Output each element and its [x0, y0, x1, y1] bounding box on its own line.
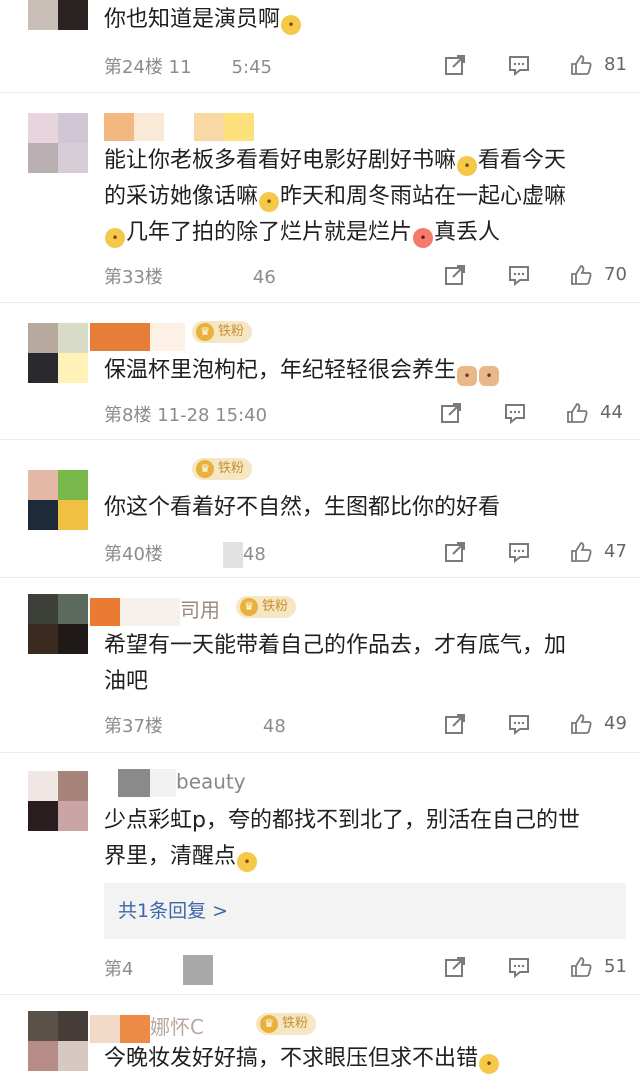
like-icon[interactable] — [570, 713, 592, 735]
comment-meta: 第40楼 48 — [104, 540, 266, 568]
username[interactable]: beauty — [118, 769, 246, 797]
cat-emoji-icon: • — [457, 366, 478, 386]
comment-meta: 第4 — [104, 955, 214, 985]
fan-badge: ♛ 铁粉 — [236, 596, 297, 618]
avatar[interactable] — [28, 1011, 88, 1071]
share-icon[interactable] — [444, 713, 466, 735]
like-icon[interactable] — [570, 264, 592, 286]
comment-icon[interactable] — [508, 264, 530, 286]
comment-text: 保温杯里泡枸杞，年纪轻轻很会养生 • • — [104, 353, 618, 389]
username[interactable]: 司用 — [90, 594, 220, 626]
comment-actions: 81 — [420, 50, 640, 80]
like-count: 51 — [604, 956, 627, 977]
share-icon[interactable] — [444, 264, 466, 286]
comment-meta: 第8楼 11-28 15:40 — [104, 405, 268, 426]
comment-icon[interactable] — [504, 402, 526, 424]
comment-text: 能让你老板多看看好电影好剧好书嘛 • 看看今天 的采访她像话嘛 • 昨天和周冬雨站在一起… — [104, 143, 618, 251]
crown-icon: ♛ — [240, 598, 258, 616]
share-icon[interactable] — [440, 402, 462, 424]
comment-text: 今晚妆发好好搞，不求眼压但求不出错 • — [104, 1041, 618, 1077]
avatar[interactable] — [28, 470, 88, 530]
username[interactable]: 娜怀C — [90, 1011, 204, 1043]
comment-meta: 第33楼 46 — [104, 266, 276, 290]
comment-text: 少点彩虹p，夸的都找不到北了，别活在自己的世 界里，清醒点 • — [104, 803, 618, 875]
tongue-emoji-icon: • — [479, 1054, 500, 1074]
avatar[interactable] — [28, 594, 88, 654]
cat-emoji-icon: • — [479, 366, 500, 386]
cry-emoji-icon: • — [105, 228, 125, 248]
like-count: 49 — [604, 713, 627, 734]
like-icon[interactable] — [570, 541, 592, 563]
fan-badge: ♛ 铁粉 — [256, 1013, 317, 1035]
share-icon[interactable] — [444, 541, 466, 563]
cry-emoji-icon: • — [457, 156, 478, 176]
crown-icon: ♛ — [196, 460, 214, 478]
comment-actions: 70 — [420, 260, 640, 290]
like-icon[interactable] — [570, 54, 592, 76]
comment-icon[interactable] — [508, 713, 530, 735]
crown-icon: ♛ — [260, 1015, 278, 1033]
comment-meta: 第37楼 48 — [104, 715, 286, 739]
username[interactable] — [104, 113, 254, 141]
comment-actions: 44 — [420, 398, 640, 428]
username[interactable] — [90, 323, 185, 351]
comment-actions: 49 — [420, 709, 640, 739]
comment-icon[interactable] — [508, 541, 530, 563]
surprised-emoji-icon: • — [281, 15, 302, 35]
avatar[interactable] — [28, 323, 88, 383]
avatar[interactable] — [28, 113, 88, 173]
crown-icon: ♛ — [196, 323, 214, 341]
comment-item: beauty 少点彩虹p，夸的都找不到北了，别活在自己的世 界里，清醒点 • 共1条… — [0, 753, 640, 995]
comment-actions: 51 — [420, 952, 640, 982]
comment-item: ♛ 铁粉 保温杯里泡枸杞，年纪轻轻很会养生 • • 第8楼 11-28 15:40 4… — [0, 303, 640, 440]
cry-emoji-icon: • — [259, 192, 280, 212]
like-count: 70 — [604, 264, 627, 285]
comment-item: 司用 ♛ 铁粉 希望有一天能带着自己的作品去，才有底气，加 油吧 第37楼 48 49 — [0, 578, 640, 753]
like-count: 44 — [600, 402, 623, 423]
comment-meta: 第24楼 11 5:45 — [104, 56, 272, 80]
share-icon[interactable] — [444, 956, 466, 978]
avatar[interactable] — [28, 771, 88, 831]
comment-icon[interactable] — [508, 956, 530, 978]
comment-text: 你这个看着好不自然，生图都比你的好看 — [104, 495, 501, 520]
like-icon[interactable] — [570, 956, 592, 978]
like-count: 81 — [604, 54, 627, 75]
comment-text: 你也知道是演员啊 • — [104, 2, 618, 38]
fan-badge: ♛ 铁粉 — [192, 458, 253, 480]
cold-sweat-emoji-icon: • — [237, 852, 258, 872]
comment-item: 娜怀C ♛ 铁粉 今晚妆发好好搞，不求眼压但求不出错 • — [0, 995, 640, 1080]
fan-badge: ♛ 铁粉 — [192, 321, 253, 343]
comment-item: 你也知道是演员啊 • 第24楼 11 5:45 81 — [0, 0, 640, 93]
angry-emoji-icon: • — [413, 228, 434, 248]
like-count: 47 — [604, 541, 627, 562]
comment-text: 希望有一天能带着自己的作品去，才有底气，加 油吧 — [104, 633, 567, 694]
like-icon[interactable] — [566, 402, 588, 424]
comment-icon[interactable] — [508, 54, 530, 76]
comment-actions: 47 — [420, 537, 640, 567]
avatar[interactable] — [28, 0, 88, 30]
share-icon[interactable] — [444, 54, 466, 76]
comment-item: ♛ 铁粉 你这个看着好不自然，生图都比你的好看 第40楼 48 47 — [0, 440, 640, 578]
view-replies-button[interactable]: 共1条回复 > — [104, 883, 626, 939]
comment-item: 能让你老板多看看好电影好剧好书嘛 • 看看今天 的采访她像话嘛 • 昨天和周冬雨站在一起… — [0, 93, 640, 303]
